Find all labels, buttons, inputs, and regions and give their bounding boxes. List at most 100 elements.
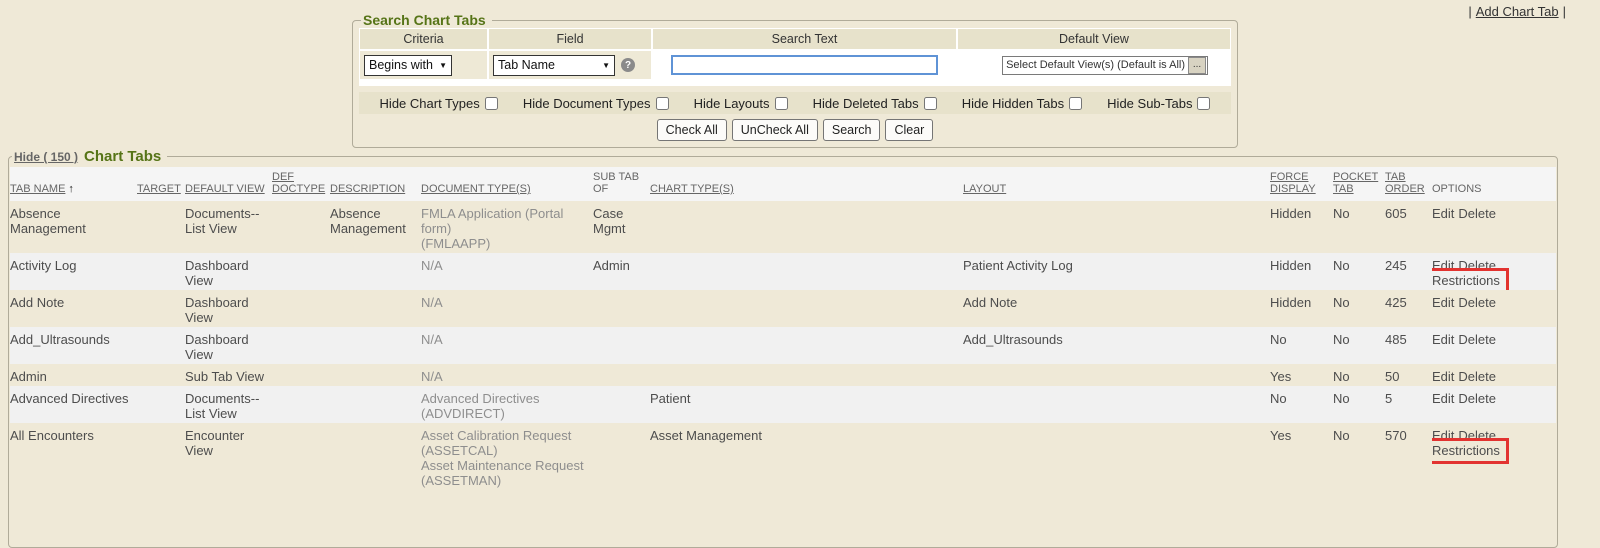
cell-tab-name: Add Note bbox=[10, 290, 137, 327]
chevron-down-icon: ▼ bbox=[439, 61, 447, 70]
chart-tabs-legend: Hide ( 150 ) Chart Tabs bbox=[12, 148, 167, 165]
criteria-select[interactable]: Begins with ▼ bbox=[364, 55, 452, 76]
table-row-add-ultrasounds: Add_UltrasoundsDashboard ViewN/AAdd_Ultr… bbox=[10, 327, 1556, 364]
column-label: DESCRIPTION bbox=[330, 183, 405, 195]
column-header-search-text: Search Text bbox=[653, 29, 956, 49]
checkbox-hide-hidden-tabs[interactable] bbox=[1069, 97, 1082, 110]
cell-tab-order: 425 bbox=[1385, 290, 1432, 327]
column-label: SUB TAB OF bbox=[593, 171, 639, 195]
column-header-chart-types[interactable]: CHART TYPE(S) bbox=[650, 167, 963, 201]
add-chart-tab-link[interactable]: Add Chart Tab bbox=[1476, 4, 1559, 19]
column-header-tab-name[interactable]: TAB NAME↑ bbox=[10, 167, 137, 201]
chart-tabs-title: Chart Tabs bbox=[84, 148, 161, 165]
filter-item-hide-hidden-tabs: Hide Hidden Tabs bbox=[962, 96, 1082, 111]
column-label: DOCUMENT TYPE(S) bbox=[421, 183, 531, 195]
filter-label: Hide Document Types bbox=[523, 96, 651, 111]
cell-document-types: Advanced Directives (ADVDIRECT) bbox=[421, 386, 593, 423]
column-label: DEFAULT VIEW bbox=[185, 183, 265, 195]
checkbox-hide-layouts[interactable] bbox=[775, 97, 788, 110]
chevron-down-icon: ▼ bbox=[602, 61, 610, 70]
separator: | bbox=[1563, 4, 1566, 19]
edit-link[interactable]: Edit bbox=[1432, 369, 1454, 384]
search-text-input[interactable] bbox=[671, 55, 938, 75]
cell-sub-tab-of bbox=[593, 327, 650, 364]
cell-def-doctype bbox=[272, 386, 330, 423]
cell-force-display: Yes bbox=[1270, 423, 1333, 506]
restrictions-link[interactable]: Restrictions bbox=[1432, 443, 1500, 458]
cell-tab-order: 605 bbox=[1385, 201, 1432, 253]
hide-count-link[interactable]: Hide ( 150 ) bbox=[14, 150, 78, 164]
cell-chart-types bbox=[650, 364, 963, 386]
cell-tab-name: All Encounters bbox=[10, 423, 137, 506]
cell-force-display: Yes bbox=[1270, 364, 1333, 386]
cell-tab-name: Advanced Directives bbox=[10, 386, 137, 423]
column-header-default-view[interactable]: DEFAULT VIEW bbox=[185, 167, 272, 201]
checkbox-hide-sub-tabs[interactable] bbox=[1197, 97, 1210, 110]
check-all-button[interactable]: Check All bbox=[657, 119, 727, 141]
checkbox-hide-document-types[interactable] bbox=[656, 97, 669, 110]
column-header-def-doctype[interactable]: DEF DOCTYPE bbox=[272, 167, 330, 201]
cell-def-doctype bbox=[272, 201, 330, 253]
criteria-select-value: Begins with bbox=[369, 58, 433, 72]
chart-tabs-panel: Hide ( 150 )Chart Tabs TAB NAME↑TARGETDE… bbox=[8, 148, 1558, 548]
cell-tab-name: Add_Ultrasounds bbox=[10, 327, 137, 364]
search-button[interactable]: Search bbox=[823, 119, 881, 141]
cell-options: Edit Delete bbox=[1432, 327, 1556, 364]
field-select-value: Tab Name bbox=[498, 58, 555, 72]
cell-options: Edit Delete bbox=[1432, 386, 1556, 423]
cell-tab-name: Admin bbox=[10, 364, 137, 386]
cell-force-display: No bbox=[1270, 386, 1333, 423]
column-header-tab-order[interactable]: TAB ORDER bbox=[1385, 167, 1432, 201]
separator: | bbox=[1468, 4, 1471, 19]
cell-default-view: Dashboard View bbox=[185, 327, 272, 364]
help-icon[interactable]: ? bbox=[621, 58, 635, 72]
checkbox-hide-chart-types[interactable] bbox=[485, 97, 498, 110]
edit-link[interactable]: Edit bbox=[1432, 206, 1454, 221]
cell-chart-types: Patient bbox=[650, 386, 963, 423]
uncheck-all-button[interactable]: UnCheck All bbox=[732, 119, 818, 141]
browse-button[interactable]: ... bbox=[1188, 57, 1206, 74]
cell-document-types: N/A bbox=[421, 253, 593, 290]
cell-description bbox=[330, 423, 421, 506]
default-view-picker[interactable]: Select Default View(s) (Default is All) … bbox=[1002, 56, 1208, 75]
cell-description bbox=[330, 386, 421, 423]
cell-target bbox=[137, 253, 185, 290]
field-select[interactable]: Tab Name ▼ bbox=[493, 55, 615, 76]
column-header-target[interactable]: TARGET bbox=[137, 167, 185, 201]
cell-force-display: No bbox=[1270, 327, 1333, 364]
search-chart-tabs-panel: Search Chart Tabs Criteria Field Search … bbox=[352, 12, 1238, 148]
column-label: LAYOUT bbox=[963, 183, 1006, 195]
delete-link[interactable]: Delete bbox=[1458, 295, 1496, 310]
table-row-all-encounters: All EncountersEncounter ViewAsset Calibr… bbox=[10, 423, 1556, 506]
column-label: POCKET TAB bbox=[1333, 171, 1378, 195]
cell-chart-types bbox=[650, 327, 963, 364]
cell-chart-types bbox=[650, 201, 963, 253]
cell-sub-tab-of bbox=[593, 423, 650, 506]
delete-link[interactable]: Delete bbox=[1458, 206, 1496, 221]
delete-link[interactable]: Delete bbox=[1458, 369, 1496, 384]
column-header-force-display[interactable]: FORCE DISPLAY bbox=[1270, 167, 1333, 201]
column-header-layout[interactable]: LAYOUT bbox=[963, 167, 1270, 201]
edit-link[interactable]: Edit bbox=[1432, 332, 1454, 347]
restrictions-link[interactable]: Restrictions bbox=[1432, 273, 1500, 288]
column-header-description[interactable]: DESCRIPTION bbox=[330, 167, 421, 201]
cell-target bbox=[137, 201, 185, 253]
topbar: | Add Chart Tab | bbox=[1468, 4, 1566, 19]
clear-button[interactable]: Clear bbox=[885, 119, 933, 141]
column-header-document-types[interactable]: DOCUMENT TYPE(S) bbox=[421, 167, 593, 201]
delete-link[interactable]: Delete bbox=[1458, 391, 1496, 406]
cell-options: Edit Delete bbox=[1432, 364, 1556, 386]
sort-ascending-icon: ↑ bbox=[68, 183, 74, 195]
cell-target bbox=[137, 364, 185, 386]
column-header-options: OPTIONS bbox=[1432, 167, 1556, 201]
cell-description: Absence Management bbox=[330, 201, 421, 253]
table-row-add-note: Add NoteDashboard ViewN/AAdd NoteHiddenN… bbox=[10, 290, 1556, 327]
edit-link[interactable]: Edit bbox=[1432, 295, 1454, 310]
cell-sub-tab-of bbox=[593, 290, 650, 327]
checkbox-hide-deleted-tabs[interactable] bbox=[924, 97, 937, 110]
edit-link[interactable]: Edit bbox=[1432, 391, 1454, 406]
cell-default-view: Documents-- List View bbox=[185, 201, 272, 253]
column-label: DEF DOCTYPE bbox=[272, 171, 325, 195]
delete-link[interactable]: Delete bbox=[1458, 332, 1496, 347]
column-header-pocket-tab[interactable]: POCKET TAB bbox=[1333, 167, 1385, 201]
